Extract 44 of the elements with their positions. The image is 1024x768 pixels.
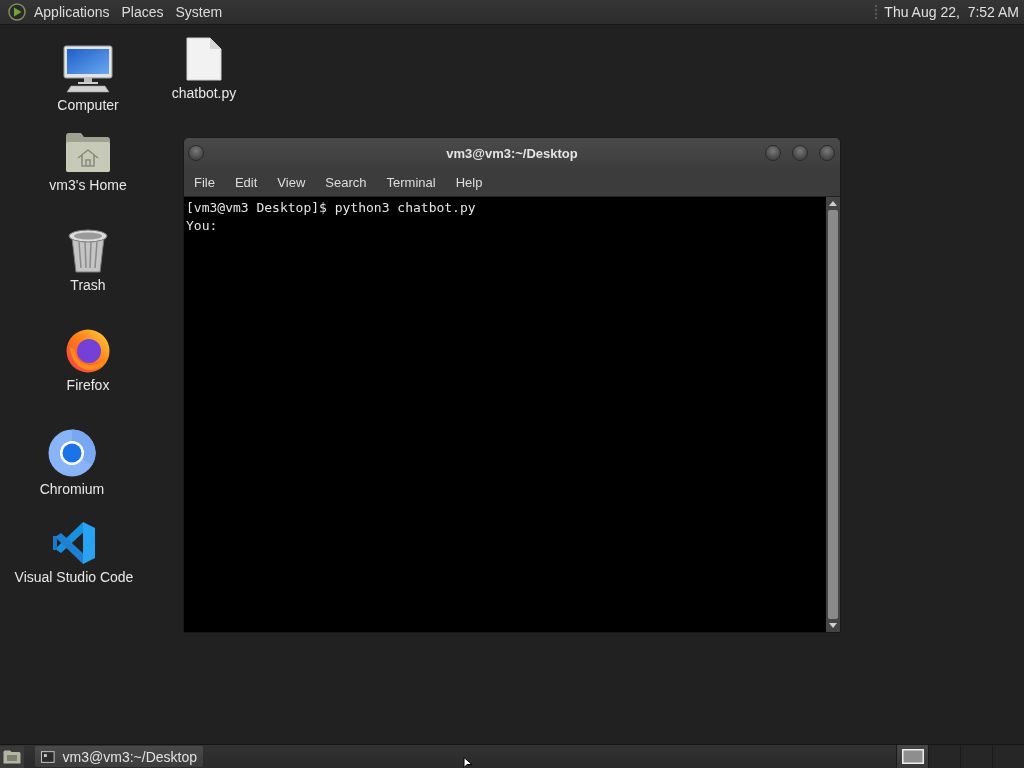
menu-item[interactable]: Help	[445, 171, 493, 193]
menu-item[interactable]: File	[184, 171, 225, 193]
menu-item[interactable]: View	[267, 171, 316, 193]
home-folder-icon[interactable]	[65, 131, 111, 173]
panel-menu[interactable]: Places	[115, 1, 170, 23]
icon-label[interactable]: Computer	[57, 97, 119, 113]
play-logo-icon[interactable]	[8, 3, 26, 21]
computer-icon[interactable]	[63, 45, 113, 93]
icon-label[interactable]: Trash	[70, 277, 106, 293]
file-icon[interactable]	[186, 37, 222, 81]
icon-label[interactable]: Chromium	[39, 481, 105, 497]
show-desktop-button[interactable]	[0, 745, 24, 768]
drag-handle-icon[interactable]	[874, 4, 879, 20]
scroll-down-icon[interactable]	[829, 623, 837, 628]
menu-item[interactable]: Edit	[224, 171, 268, 193]
folder-icon	[3, 749, 21, 764]
window-icon	[41, 750, 55, 763]
terminal-line: [vm3@vm3 Desktop]$ python3 chatbot.py	[186, 199, 477, 217]
window-menu-button[interactable]	[188, 145, 204, 161]
terminal-line: You:	[186, 217, 219, 235]
scrollbar[interactable]	[826, 197, 840, 632]
firefox-icon[interactable]	[65, 327, 111, 373]
window-title: vm3@vm3:~/Desktop	[446, 145, 578, 161]
menu-item[interactable]: Terminal	[376, 171, 446, 193]
trash-icon[interactable]	[68, 229, 108, 273]
window-control-button[interactable]	[819, 145, 835, 161]
window-control-button[interactable]	[792, 145, 808, 161]
vscode-icon[interactable]	[52, 521, 96, 565]
taskbar-button[interactable]: vm3@vm3:~/Desktop	[35, 746, 203, 767]
scroll-up-icon[interactable]	[829, 201, 837, 206]
window-control-button[interactable]	[765, 145, 781, 161]
icon-label[interactable]: chatbot.py	[171, 85, 237, 101]
scrollbar-thumb[interactable]	[828, 210, 838, 619]
panel-menu[interactable]: System	[169, 1, 229, 23]
terminal-output[interactable]: [vm3@vm3 Desktop]$ python3 chatbot.py You:	[184, 197, 826, 632]
workspace-button[interactable]	[896, 745, 928, 768]
clock-text: Thu Aug 22, 7:52 AM	[884, 4, 1020, 20]
chromium-icon[interactable]	[48, 429, 96, 477]
mouse-pointer-icon	[463, 757, 473, 768]
menu-item[interactable]: Search	[315, 171, 377, 193]
panel-menu[interactable]: Applications	[28, 1, 116, 23]
icon-label[interactable]: vm3's Home	[49, 177, 127, 193]
icon-label[interactable]: Visual Studio Code	[14, 569, 134, 585]
icon-label[interactable]: Firefox	[66, 377, 110, 393]
